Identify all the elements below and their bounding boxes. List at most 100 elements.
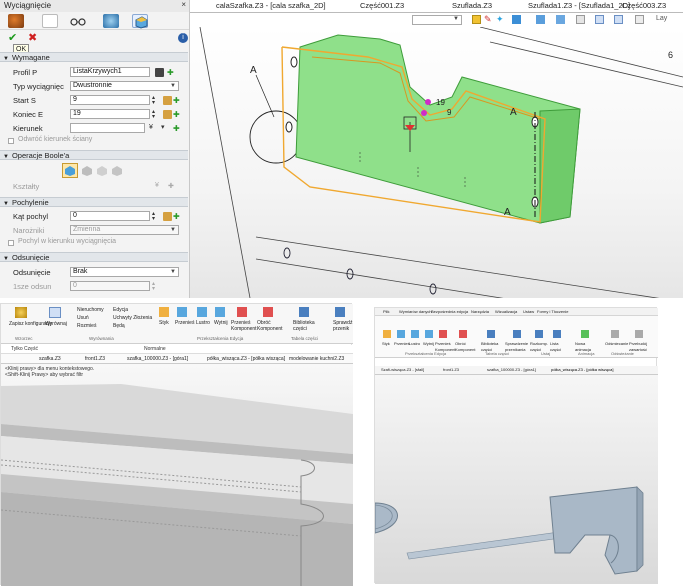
menu-data[interactable]: Wymiarów danych xyxy=(399,309,432,315)
render-mode-icon[interactable] xyxy=(556,15,565,24)
stationary-label[interactable]: Nieruchomy xyxy=(77,307,104,313)
r-mirror[interactable]: Lustro xyxy=(409,341,420,347)
view-cube-icon[interactable] xyxy=(512,15,521,24)
bool-intersect-icon[interactable] xyxy=(110,164,124,177)
tab-polka-wiszaca[interactable]: półka_wisząca.Z3 - [półka wisząca] xyxy=(207,356,285,362)
edit-label[interactable]: Edycja xyxy=(113,307,128,313)
move-label[interactable]: Przenieś xyxy=(175,320,194,326)
r-cut[interactable]: Wytnij xyxy=(423,341,434,347)
menu-visualization[interactable]: Wizualizacja xyxy=(495,309,517,315)
3d-viewport-right[interactable] xyxy=(374,375,658,584)
normal-value[interactable]: Normalne xyxy=(144,346,166,352)
tab-r3[interactable]: szafka_100000.Z3 - [góra1] xyxy=(487,367,536,373)
start-stepper-icon[interactable]: ▴ ▾ xyxy=(152,95,161,106)
tab-szafka[interactable]: szafka.Z3 xyxy=(39,356,61,362)
extrude-feature-icon[interactable] xyxy=(132,14,148,29)
tab-r1[interactable]: Szafi-wisząca.Z3 - [sfall] xyxy=(381,367,424,373)
history-icon[interactable] xyxy=(42,14,58,28)
cut-icon[interactable] xyxy=(425,330,433,338)
r-move[interactable]: Przenieś xyxy=(394,341,410,347)
menu-file[interactable]: Plik xyxy=(383,309,389,315)
grid-icon[interactable] xyxy=(576,15,585,24)
menu-direct-edit[interactable]: Bezpośrednia edycja xyxy=(431,309,468,315)
start-pin-icon[interactable]: ✚ xyxy=(173,96,182,105)
menu-set[interactable]: Ustaw xyxy=(523,309,534,315)
first-offset-input[interactable]: 0 xyxy=(70,281,150,291)
style-icon[interactable] xyxy=(159,307,169,317)
refresh-icon[interactable] xyxy=(611,330,619,338)
direction-menu-icon[interactable]: ¥ xyxy=(149,124,158,133)
insert-label[interactable]: Rozmieś xyxy=(77,323,96,329)
start-input[interactable]: 9 xyxy=(70,95,150,105)
start-measure-icon[interactable] xyxy=(163,96,172,105)
mirror-icon[interactable] xyxy=(411,330,419,338)
style-icon[interactable] xyxy=(383,330,391,338)
corners-select[interactable]: Zmienna ▼ xyxy=(70,225,179,235)
menu-molds[interactable]: Formy i Tłoczenie xyxy=(537,309,569,315)
delete-label[interactable]: Usuń xyxy=(77,315,89,321)
shade-icon[interactable] xyxy=(536,15,545,24)
tab-cala-szafka[interactable]: calaSzafka.Z3 - [cala szafka_2D] xyxy=(216,1,326,10)
rotate-component-icon[interactable] xyxy=(459,330,467,338)
render-icon[interactable] xyxy=(103,14,119,28)
pick-icon[interactable] xyxy=(155,68,164,77)
library-label[interactable]: Biblioteka części xyxy=(293,320,317,332)
tab-czesc003[interactable]: Część003.Z3 xyxy=(622,1,666,10)
pin-icon[interactable]: ✚ xyxy=(167,68,176,77)
tab-szafka-100000[interactable]: szafka_100000.Z3 - [góra1] xyxy=(127,356,188,362)
interference-icon[interactable] xyxy=(513,330,521,338)
bool-add-icon[interactable] xyxy=(80,164,94,177)
profile-field[interactable]: ListaKrzywych1 xyxy=(70,67,150,77)
pen-icon[interactable]: ✎ xyxy=(484,14,492,25)
palette-icon[interactable] xyxy=(8,14,24,28)
tab-front1[interactable]: front1.Z3 xyxy=(85,356,105,362)
rotate-component-icon[interactable] xyxy=(263,307,273,317)
select-icon[interactable] xyxy=(472,15,481,24)
ok-check-icon[interactable]: ✔ xyxy=(8,33,20,44)
light-icon[interactable] xyxy=(595,15,604,24)
tab-r4[interactable]: półka_wisząca.Z3 - [półka wisząca] xyxy=(551,367,613,373)
end-pin-icon[interactable]: ✚ xyxy=(173,110,182,119)
section-boolean[interactable]: ▼ Operacje Boole'a xyxy=(0,150,188,160)
check-icon[interactable] xyxy=(335,307,345,317)
draft-angle-input[interactable]: 0 xyxy=(70,211,150,221)
bool-base-icon[interactable] xyxy=(62,163,78,178)
direction-pin-icon[interactable]: ✚ xyxy=(173,124,182,133)
first-offset-stepper-icon[interactable]: ▴ ▾ xyxy=(152,281,161,292)
type-select[interactable]: Dwustronnie ▼ xyxy=(70,81,179,91)
r-style[interactable]: Styk xyxy=(382,341,390,347)
filter-value[interactable]: Tylko Część xyxy=(11,346,38,352)
move-icon[interactable] xyxy=(177,307,187,317)
mirror-icon[interactable] xyxy=(197,307,207,317)
3d-viewport[interactable]: A 19 9 A A 6 xyxy=(190,26,683,328)
check-label[interactable]: Sprawdź przenik xyxy=(333,320,355,332)
draft-dir-checkbox[interactable] xyxy=(8,240,14,246)
animation-icon[interactable] xyxy=(581,330,589,338)
glasses-icon[interactable] xyxy=(70,14,86,28)
close-icon[interactable]: × xyxy=(181,0,186,9)
r-refresh[interactable]: Odśmiecanie xyxy=(605,341,628,347)
mirror-label[interactable]: Lustro xyxy=(196,320,210,326)
draft-pin-icon[interactable]: ✚ xyxy=(173,212,182,221)
move-component-icon[interactable] xyxy=(237,307,247,317)
tab-szuflada1[interactable]: Szuflada1.Z3 - [Szuflada1_2D] xyxy=(528,1,630,10)
menu-tools[interactable]: Narzędzia xyxy=(471,309,489,315)
configure-label[interactable]: Zapisz konfigurację xyxy=(9,321,52,327)
rebuild-icon[interactable] xyxy=(635,330,643,338)
end-measure-icon[interactable] xyxy=(163,110,172,119)
shapes-pin-icon[interactable]: ✚ xyxy=(168,182,177,191)
direction-input[interactable] xyxy=(70,123,145,133)
align-label[interactable]: Wyrównaj xyxy=(45,321,67,327)
offset-select[interactable]: Brak ▼ xyxy=(70,267,179,277)
rotate-component-label[interactable]: Obróć Komponent xyxy=(257,320,283,332)
r-bom[interactable]: Lista części xyxy=(550,341,566,353)
end-input[interactable]: 19 xyxy=(70,109,150,119)
section-offset[interactable]: ▼ Odsunięcie xyxy=(0,252,188,262)
move-component-icon[interactable] xyxy=(439,330,447,338)
align-icon[interactable] xyxy=(49,307,61,318)
library-icon[interactable] xyxy=(299,307,309,317)
end-stepper-icon[interactable]: ▴ ▾ xyxy=(152,109,161,120)
info-icon[interactable]: i xyxy=(178,33,188,43)
blocks-label[interactable]: Uchwyty Złożenia xyxy=(113,315,152,321)
section-draft[interactable]: ▼ Pochylenie xyxy=(0,197,188,207)
